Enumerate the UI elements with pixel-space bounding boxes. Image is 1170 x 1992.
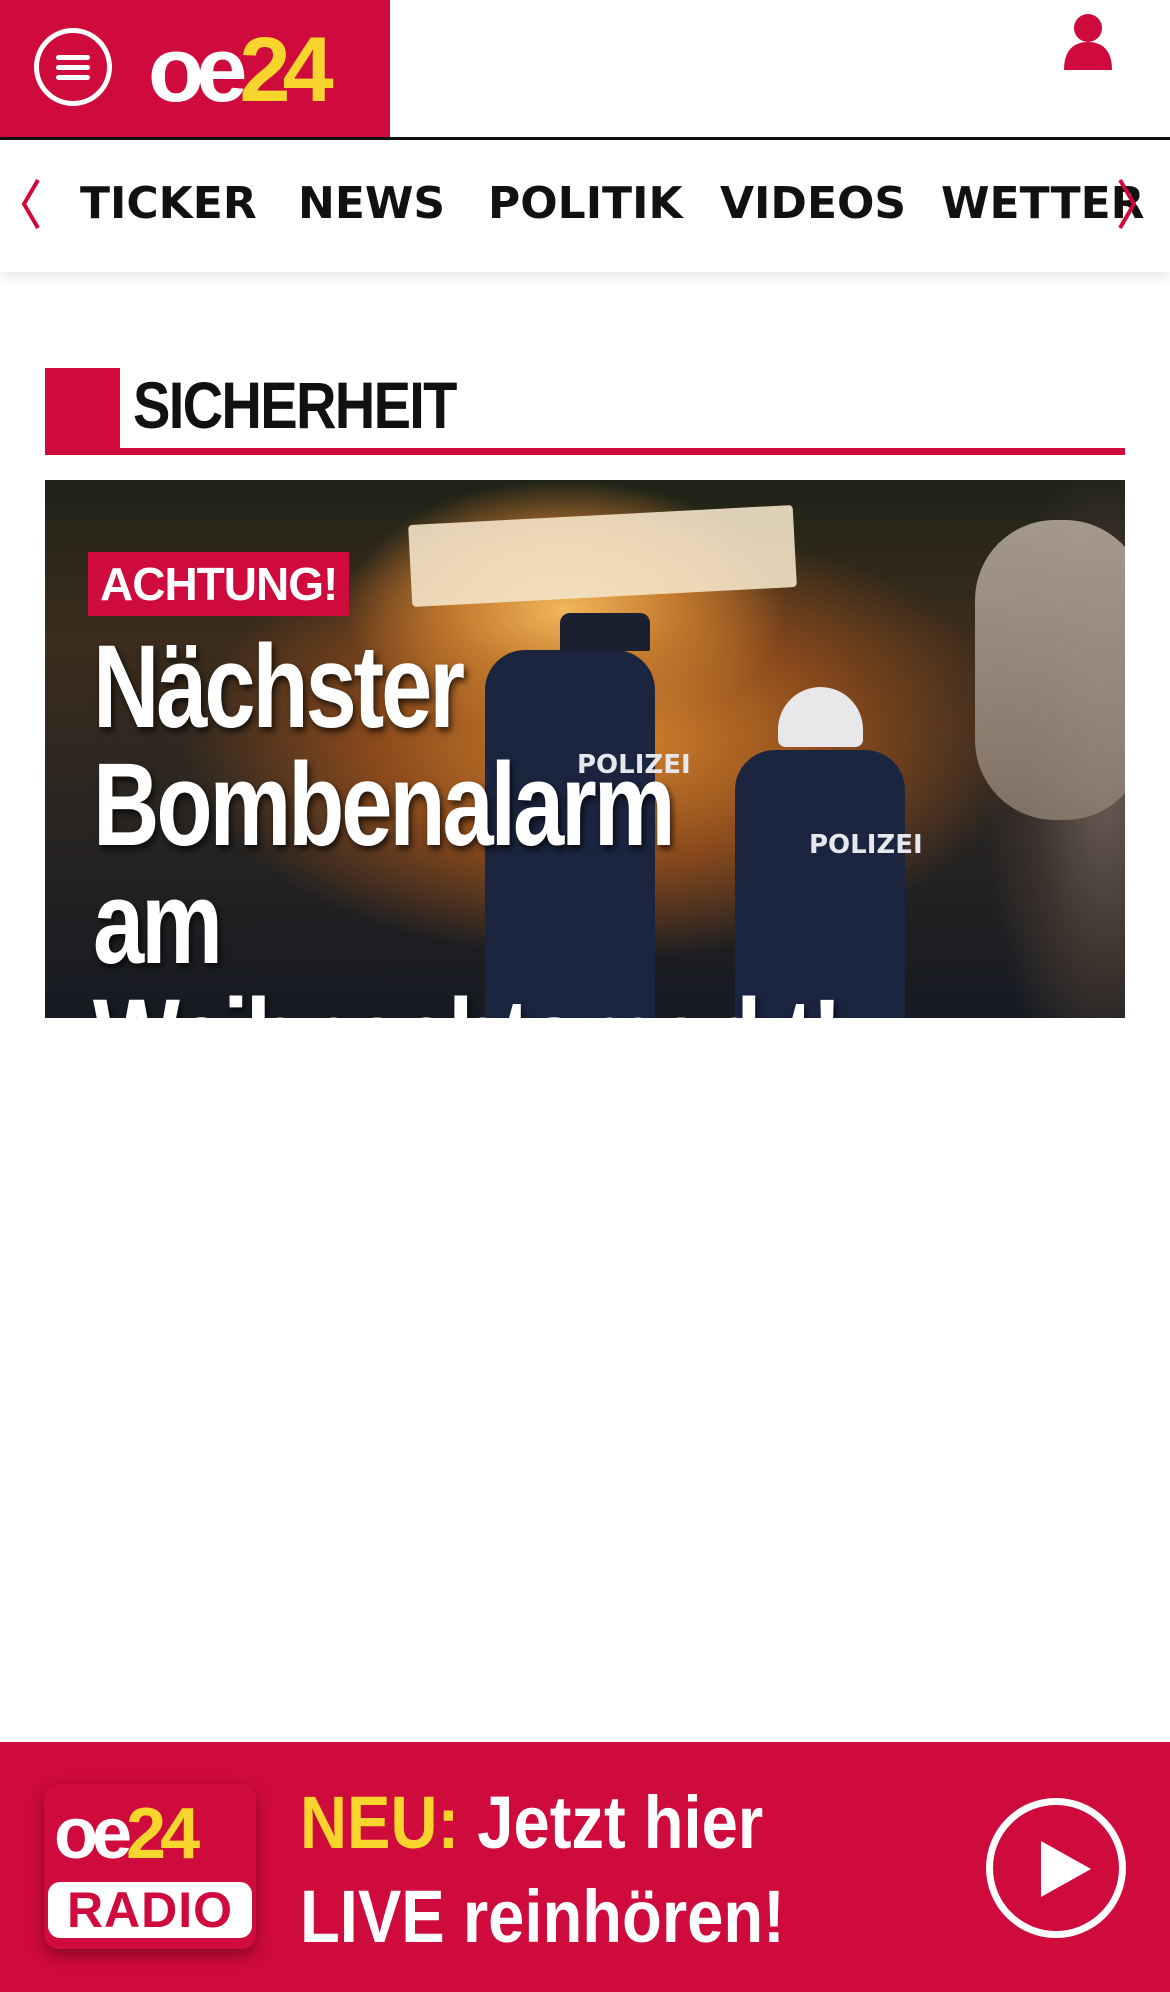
radio-neu-label: NEU:: [300, 1781, 460, 1864]
article-badge: ACHTUNG!: [88, 552, 350, 616]
radio-logo: oe24 RADIO: [44, 1784, 256, 1949]
hamburger-menu-icon[interactable]: [34, 28, 112, 106]
category-nav: TICKER NEWS POLITIK VIDEOS WETTER: [0, 140, 1170, 272]
play-icon[interactable]: [986, 1798, 1126, 1938]
nav-item-politik[interactable]: POLITIK: [488, 178, 683, 230]
nav-item-videos[interactable]: VIDEOS: [720, 178, 906, 230]
user-icon[interactable]: [1062, 12, 1114, 70]
section-underline: [45, 448, 1125, 455]
radio-logo-label: RADIO: [48, 1882, 252, 1938]
nav-item-ticker[interactable]: TICKER: [80, 178, 257, 230]
section-header: SICHERHEIT: [45, 368, 1125, 456]
radio-promo-text: NEU: Jetzt hier LIVE reinhören!: [300, 1781, 785, 1958]
article-teaser[interactable]: POLIZEI POLIZEI ACHTUNG! Nächster Bomben…: [45, 480, 1125, 1018]
nav-item-news[interactable]: NEWS: [298, 178, 445, 230]
site-logo[interactable]: oe24: [148, 20, 334, 120]
section-title[interactable]: SICHERHEIT: [133, 368, 457, 442]
chevron-right-icon[interactable]: [1112, 174, 1142, 234]
bystander-image: [975, 520, 1125, 820]
section-accent-square: [45, 368, 120, 453]
site-header: oe24: [0, 0, 1170, 140]
chevron-left-icon[interactable]: [16, 174, 46, 234]
article-headline[interactable]: Nächster Bombenalarm am Weihnachtsmarkt!: [93, 628, 857, 1018]
booth-sign-image: [408, 504, 797, 608]
radio-banner[interactable]: oe24 RADIO NEU: Jetzt hier LIVE reinhöre…: [0, 1742, 1170, 1992]
brand-block: oe24: [0, 0, 390, 137]
